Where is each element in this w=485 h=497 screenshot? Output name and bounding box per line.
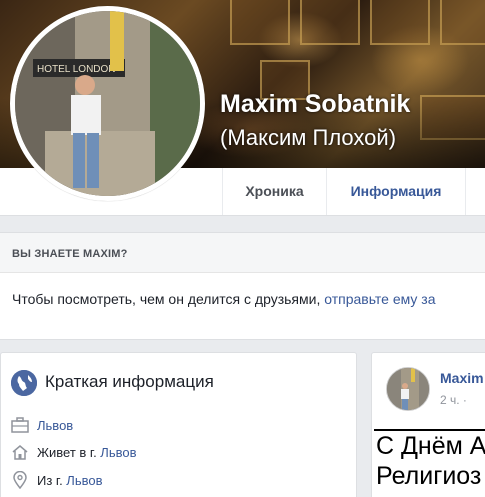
- intro-title: Краткая информация: [45, 372, 214, 391]
- intro-lives-in-link[interactable]: Львов: [100, 445, 136, 460]
- do-you-know-text: Чтобы посмотреть, чем он делится с друзь…: [0, 273, 485, 307]
- post-image-text: С Днём А Религиоз: [376, 432, 485, 490]
- svg-text:HOTEL LONDON: HOTEL LONDON: [37, 64, 116, 75]
- post-author-name[interactable]: Maxim: [440, 370, 484, 386]
- location-pin-icon: [11, 470, 31, 492]
- intro-card: Краткая информация Львов Живет в г. Льво…: [0, 352, 357, 497]
- globe-icon: [11, 370, 37, 396]
- cover-ornament: [370, 0, 430, 45]
- profile-picture[interactable]: HOTEL LONDON: [10, 6, 205, 201]
- intro-lives-in-prefix: Живет в г.: [37, 444, 101, 460]
- cover-ornament: [440, 0, 485, 45]
- do-you-know-panel: ВЫ ЗНАЕТЕ MAXIM? Чтобы посмотреть, чем о…: [0, 232, 485, 340]
- tab-timeline[interactable]: Хроника: [222, 168, 326, 215]
- post-author-avatar[interactable]: [386, 367, 430, 411]
- cover-ornament: [300, 0, 360, 45]
- post-timestamp[interactable]: 2 ч. ·: [440, 393, 467, 407]
- intro-workplace-link[interactable]: Львов: [37, 418, 73, 433]
- intro-from-link[interactable]: Львов: [66, 473, 102, 488]
- intro-lives-in-row: Живет в г. Львов: [11, 444, 137, 463]
- do-you-know-message: Чтобы посмотреть, чем он делится с друзь…: [12, 291, 325, 307]
- profile-alternate-name: (Максим Плохой): [220, 125, 397, 150]
- send-friend-request-link[interactable]: отправьте ему за: [324, 291, 435, 307]
- tab-about[interactable]: Информация: [326, 168, 466, 215]
- do-you-know-heading: ВЫ ЗНАЕТЕ MAXIM?: [0, 233, 485, 273]
- home-icon: [11, 444, 31, 463]
- profile-name[interactable]: Maxim Sobatnik: [220, 90, 410, 119]
- profile-photo-image: HOTEL LONDON: [15, 11, 200, 196]
- timeline-post: Maxim 2 ч. · С Днём А Религиоз: [371, 352, 485, 497]
- intro-from-row: Из г. Львов: [11, 470, 103, 492]
- post-image[interactable]: С Днём А Религиоз: [374, 429, 485, 497]
- intro-workplace-row: Львов: [11, 417, 73, 436]
- intro-from-prefix: Из г.: [37, 472, 67, 488]
- briefcase-icon: [11, 417, 31, 436]
- cover-ornament: [230, 0, 290, 45]
